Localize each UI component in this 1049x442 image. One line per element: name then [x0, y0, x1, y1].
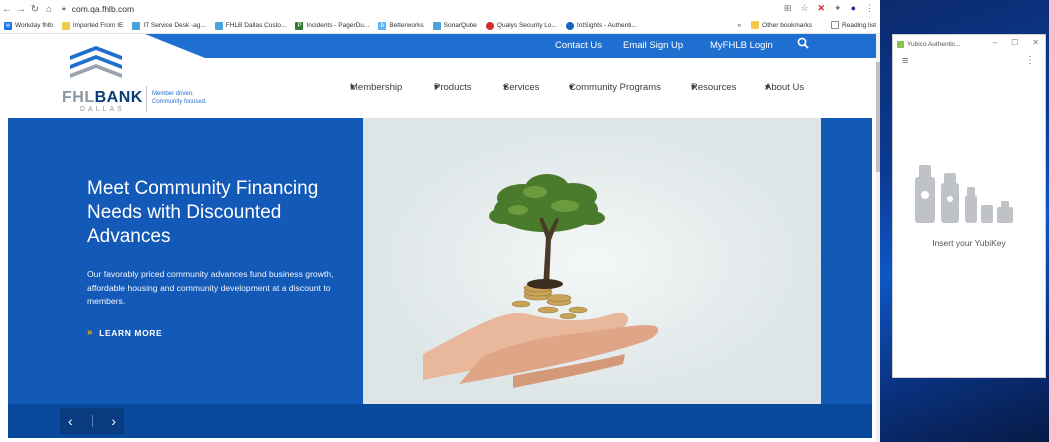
hamburger-menu-icon[interactable]: ≡	[902, 55, 908, 67]
intsights-icon	[565, 21, 574, 30]
folder-icon	[61, 21, 70, 30]
fhlb-logo[interactable]: FHLBANK DALLAS Member driven. Community …	[62, 44, 242, 114]
caret-down-icon: ▾	[434, 82, 439, 93]
lock-icon[interactable]: 🔒︎	[62, 5, 66, 13]
chevron-right-icon[interactable]: ›	[111, 413, 116, 429]
close-icon[interactable]: ✕	[1032, 38, 1039, 47]
email-signup-link[interactable]: Email Sign Up	[623, 40, 683, 51]
learn-more-link[interactable]: » LEARN MORE	[87, 327, 162, 338]
hero-image	[363, 118, 821, 404]
double-chevron-right-icon: »	[87, 327, 94, 338]
back-icon[interactable]: ←	[0, 4, 14, 15]
site-header: Contact Us Email Sign Up MyFHLB Login FH…	[0, 34, 880, 118]
betterworks-icon: b	[378, 21, 387, 30]
bookmark-item[interactable]: Imported From IE	[61, 21, 123, 30]
chevron-left-icon[interactable]: ‹	[68, 413, 73, 429]
bookmarks-bar-right: » Other bookmarks Reading list	[738, 21, 876, 29]
bookmark-item[interactable]: w Workday fhlb	[4, 21, 53, 30]
insert-yubikey-message: Insert your YubiKey	[932, 238, 1006, 248]
qualys-icon	[485, 21, 494, 30]
address-bar: ← → ↻ ⌂ 🔒︎ com.qa.fhlb.com ⊞ ☆ ✕ ✦ ● ⋮	[0, 0, 880, 18]
search-icon[interactable]	[797, 37, 809, 52]
bookmark-item[interactable]: SonarQube	[432, 21, 477, 30]
bookmarks-bar: w Workday fhlb Imported From IE IT Servi…	[0, 18, 880, 34]
menu-kebab-icon[interactable]: ⋮	[865, 3, 874, 14]
utility-bar: Contact Us Email Sign Up MyFHLB Login	[145, 34, 880, 58]
logo-chevrons-icon	[70, 46, 122, 78]
bookmark-item[interactable]: b Betterworks	[378, 21, 424, 30]
hero-banner: Meet Community Financing Needs with Disc…	[8, 118, 872, 404]
bookmark-item[interactable]: IntSights - Authenti...	[565, 21, 637, 30]
servicedesk-icon	[132, 21, 141, 30]
bookmark-item[interactable]: IT Service Desk -ag...	[132, 21, 206, 30]
carousel-divider	[91, 415, 93, 427]
minimize-icon[interactable]: –	[993, 38, 997, 47]
folder-icon	[751, 21, 760, 29]
caret-down-icon: ▾	[691, 82, 696, 93]
tree-in-hands-image	[363, 118, 821, 404]
carousel-bar: ‹ ›	[8, 404, 872, 438]
hero-title: Meet Community Financing Needs with Disc…	[87, 178, 319, 247]
maximize-icon[interactable]: ☐	[1011, 38, 1018, 47]
profile-icon[interactable]: ●	[851, 3, 856, 14]
yubikeys-icon	[915, 165, 1013, 223]
caret-down-icon: ▾	[350, 82, 355, 93]
translate-icon[interactable]: ⊞	[784, 3, 792, 14]
sonarqube-icon	[432, 21, 441, 30]
other-bookmarks[interactable]: Other bookmarks	[751, 21, 812, 29]
myfhlb-login-link[interactable]: MyFHLB Login	[710, 40, 773, 51]
extension-x-icon[interactable]: ✕	[817, 3, 825, 14]
yubico-app-icon	[897, 40, 904, 48]
hero-body: Our favorably priced community advances …	[87, 269, 334, 306]
extension-icons: ⊞ ☆ ✕ ✦ ● ⋮	[784, 3, 874, 14]
forward-icon[interactable]: →	[14, 4, 28, 15]
reading-list-icon	[831, 21, 840, 29]
contact-us-link[interactable]: Contact Us	[555, 40, 602, 51]
servicedesk-icon	[214, 21, 223, 30]
yubico-toolbar: ≡ ⋮	[893, 53, 1045, 69]
bookmarks-overflow-button[interactable]: »	[738, 22, 742, 29]
logo-city: DALLAS	[80, 106, 125, 113]
workday-icon: w	[4, 21, 12, 30]
more-options-icon[interactable]: ⋮	[1025, 55, 1035, 66]
carousel-nav: ‹ ›	[60, 408, 124, 434]
reading-list[interactable]: Reading list	[831, 21, 876, 29]
bookmark-item[interactable]: Qualys Security Lo...	[485, 21, 557, 30]
extensions-icon[interactable]: ✦	[834, 3, 842, 14]
url-field[interactable]: com.qa.fhlb.com	[72, 4, 134, 14]
yubico-title: Yubico Authentic...	[907, 40, 961, 48]
browser-window: ← → ↻ ⌂ 🔒︎ com.qa.fhlb.com ⊞ ☆ ✕ ✦ ● ⋮ w…	[0, 0, 880, 442]
caret-down-icon: ▾	[765, 82, 770, 93]
bookmark-item[interactable]: P Incidents - PagerDu...	[295, 21, 369, 30]
bookmark-item[interactable]: FHLB Dallas Custo...	[214, 21, 286, 30]
caret-down-icon: ▾	[569, 82, 574, 93]
pagerduty-icon: P	[295, 21, 304, 30]
window-controls: – ☐ ✕	[993, 38, 1039, 47]
main-nav: Membership ▾ Products ▾ Services ▾ Commu…	[350, 82, 805, 93]
caret-down-icon: ▾	[503, 82, 508, 93]
reload-icon[interactable]: ↻	[28, 4, 42, 15]
home-icon[interactable]: ⌂	[42, 4, 56, 15]
yubico-titlebar: Yubico Authentic... – ☐ ✕	[893, 35, 1045, 53]
yubico-authenticator-window: Yubico Authentic... – ☐ ✕ ≡ ⋮ Insert you…	[892, 34, 1046, 378]
bookmark-star-icon[interactable]: ☆	[800, 3, 808, 14]
